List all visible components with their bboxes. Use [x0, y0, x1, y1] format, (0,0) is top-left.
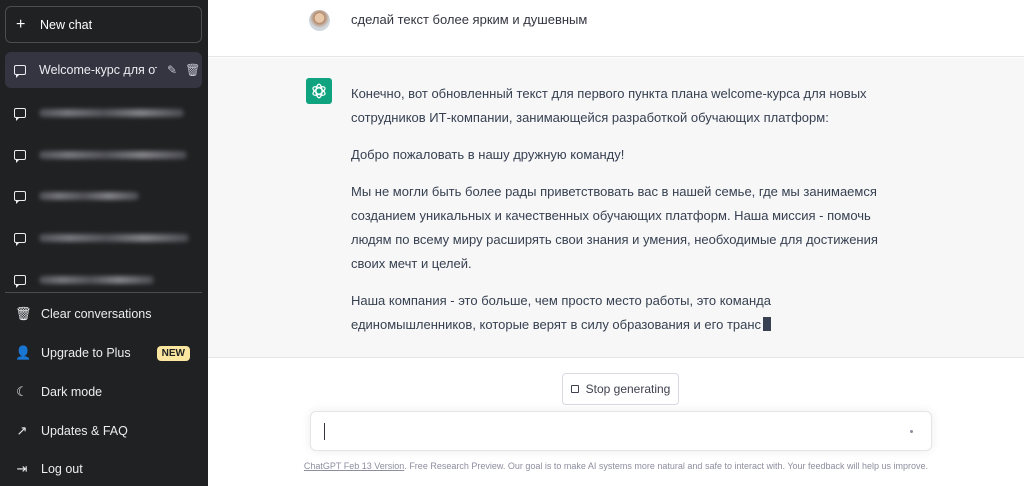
- main-panel: сделай текст более ярким и душевным Коне…: [208, 0, 1024, 486]
- conversation-title: Welcome-курс для отд: [39, 63, 157, 77]
- user-avatar: [309, 10, 330, 31]
- updates-faq-link[interactable]: ↗ Updates & FAQ: [5, 413, 202, 449]
- blurred-title: [39, 234, 189, 242]
- upgrade-button[interactable]: 👤 Upgrade to Plus NEW: [5, 335, 202, 371]
- loading-dots-icon: [910, 430, 913, 433]
- conversation-item-active[interactable]: Welcome-курс для отд ✎ 🗑: [5, 52, 202, 88]
- user-message-text: сделай текст более ярким и душевным: [351, 12, 588, 27]
- typing-cursor: [763, 317, 772, 331]
- blurred-title: [39, 276, 154, 284]
- text-caret: [324, 423, 325, 440]
- blurred-title: [39, 151, 187, 159]
- stop-generating-label: Stop generating: [585, 382, 671, 396]
- sidebar-divider: [5, 292, 202, 293]
- conversation-item[interactable]: [5, 220, 202, 256]
- assistant-paragraph-last: Наша компания - это больше, чем просто м…: [351, 289, 891, 337]
- upgrade-label: Upgrade to Plus: [41, 346, 131, 360]
- assistant-paragraph: Добро пожаловать в нашу дружную команду!: [351, 147, 625, 162]
- conversation-item[interactable]: [5, 95, 202, 131]
- logout-button[interactable]: ⇥ Log out: [5, 451, 202, 486]
- blurred-title: [39, 192, 139, 200]
- external-link-icon: ↗: [16, 423, 28, 438]
- dark-mode-toggle[interactable]: ☾ Dark mode: [5, 374, 202, 410]
- stop-generating-button[interactable]: Stop generating: [562, 373, 679, 405]
- plus-icon: +: [16, 15, 26, 33]
- footer-text: . Free Research Preview. Our goal is to …: [404, 461, 929, 471]
- version-link[interactable]: ChatGPT Feb 13 Version: [304, 461, 404, 471]
- new-chat-label: New chat: [40, 17, 93, 32]
- chat-bubble-icon: [14, 108, 26, 121]
- clear-conversations-button[interactable]: 🗑 Clear conversations: [5, 296, 202, 332]
- conversation-item[interactable]: [5, 137, 202, 173]
- clear-conversations-label: Clear conversations: [41, 307, 152, 321]
- assistant-paragraph-text: Наша компания - это больше, чем просто м…: [351, 293, 771, 332]
- assistant-message-text: Конечно, вот обновленный текст для перво…: [351, 82, 891, 350]
- trash-icon: 🗑: [15, 306, 32, 321]
- sidebar: + New chat Welcome-курс для отд ✎ 🗑 🗑 Cl…: [0, 0, 208, 486]
- assistant-message: Конечно, вот обновленный текст для перво…: [208, 58, 1024, 358]
- blurred-title: [39, 109, 184, 117]
- logout-label: Log out: [41, 462, 83, 476]
- stop-square-icon: [570, 385, 579, 393]
- chat-bubble-icon: [14, 275, 26, 288]
- moon-icon: ☾: [16, 384, 28, 399]
- new-badge: NEW: [156, 345, 190, 361]
- user-icon: 👤: [15, 345, 32, 360]
- conversation-item[interactable]: [5, 178, 202, 214]
- chat-bubble-icon: [14, 150, 26, 163]
- message-input[interactable]: [310, 411, 932, 451]
- assistant-paragraph: Конечно, вот обновленный текст для перво…: [351, 86, 867, 125]
- updates-faq-label: Updates & FAQ: [41, 424, 128, 438]
- footer-disclaimer: ChatGPT Feb 13 Version. Free Research Pr…: [208, 461, 1024, 471]
- delete-icon[interactable]: 🗑: [185, 63, 200, 77]
- user-message: сделай текст более ярким и душевным: [208, 0, 1024, 57]
- chat-bubble-icon: [14, 233, 26, 246]
- assistant-paragraph: Мы не могли быть более рады приветствова…: [351, 184, 878, 271]
- dark-mode-label: Dark mode: [41, 385, 103, 399]
- chat-bubble-icon: [14, 65, 26, 78]
- new-chat-button[interactable]: + New chat: [5, 6, 202, 43]
- logout-icon: ⇥: [16, 461, 28, 476]
- openai-logo-icon: [306, 78, 332, 104]
- edit-icon[interactable]: ✎: [167, 63, 177, 77]
- chat-bubble-icon: [14, 191, 26, 204]
